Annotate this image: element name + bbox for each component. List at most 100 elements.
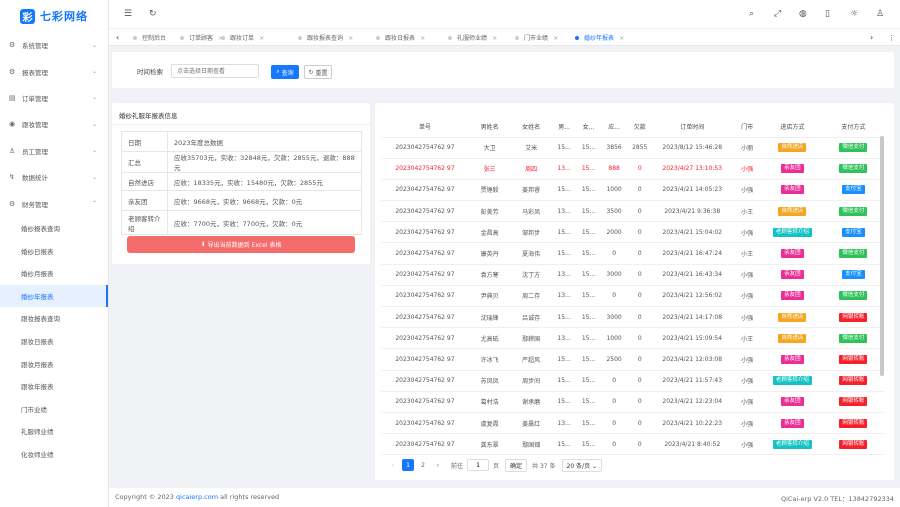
page-2[interactable]: 2 bbox=[417, 459, 429, 471]
sidebar-subitem-10[interactable]: 化妆师业绩 bbox=[0, 443, 108, 466]
table-cell: 3000 bbox=[600, 264, 628, 286]
sidebar-subitem-5[interactable]: 跟妆日报表 bbox=[0, 330, 108, 353]
tab-next-icon[interactable]: › bbox=[870, 29, 873, 46]
tab-1[interactable]: 订单顾客× bbox=[180, 29, 223, 46]
menu-fold-icon[interactable]: ☰ bbox=[124, 9, 132, 19]
reset-button[interactable]: ↻ 重置 bbox=[304, 65, 332, 79]
column-header[interactable]: 欠款 bbox=[627, 116, 652, 138]
sidebar-subitem-9[interactable]: 礼服师业绩 bbox=[0, 420, 108, 443]
user-icon[interactable]: ♙ bbox=[876, 9, 884, 19]
table-row[interactable]: 2023042754762 97 龚东翠 鄢国钿 15... 15... 0 0 2023/4… bbox=[381, 433, 884, 456]
tab-2[interactable]: 跟妆订单 × bbox=[221, 29, 264, 46]
sidebar-subitem-0[interactable]: 婚纱报表查询 bbox=[0, 217, 108, 240]
next-page-icon[interactable]: › bbox=[432, 459, 444, 471]
sidebar-menu: ⚙ 系统管理 ⌄ ⚙ 报表管理 ⌄ ▤ 订单管理 ⌄ ◉ 跟妆管理 ⌄ ♙ 员工管理 ⌄ ↯ 数据统计 ⌄ ⚙ 财务管… bbox=[0, 32, 108, 465]
sidebar-subitem-8[interactable]: 门市业绩 bbox=[0, 397, 108, 420]
sidebar-menu-0[interactable]: ⚙ 系统管理 ⌄ bbox=[0, 32, 108, 58]
table-scrollbar[interactable] bbox=[880, 136, 884, 376]
tab-0[interactable]: 控制后台 bbox=[133, 29, 166, 46]
close-icon[interactable]: × bbox=[259, 34, 264, 42]
tab-3[interactable]: 跟妆报表查询 × bbox=[298, 29, 353, 46]
table-row[interactable]: 2023042754762 97 彭美芳 马彩凤 13... 15... 3500 0 202… bbox=[381, 200, 884, 223]
page-size-select[interactable]: 20 条/页 ⌄ bbox=[561, 458, 603, 472]
table-cell: 15... bbox=[551, 348, 577, 371]
table-cell: 尤高砥 bbox=[468, 327, 511, 350]
column-header[interactable]: 女姓名 bbox=[510, 116, 552, 138]
table-row[interactable]: 2023042754762 97 许冰飞 严超风 15... 15... 2500 0 202… bbox=[381, 348, 884, 371]
entry-method-tag: 亲友团 bbox=[781, 249, 804, 259]
globe-icon[interactable]: ◍ bbox=[799, 9, 807, 19]
tab-prev-icon[interactable]: ‹ bbox=[116, 29, 119, 46]
sidebar-menu-3[interactable]: ◉ 跟妆管理 ⌄ bbox=[0, 111, 108, 137]
column-header[interactable]: 门市 bbox=[732, 116, 762, 138]
sidebar-subitem-2[interactable]: 婚纱月报表 bbox=[0, 262, 108, 285]
info-key: 亲友团 bbox=[121, 190, 168, 211]
column-header[interactable]: 女... bbox=[576, 116, 601, 138]
tab-7[interactable]: 婚纱年报表 × bbox=[575, 29, 624, 46]
table-cell: 2023042754762 97 bbox=[381, 264, 469, 286]
column-header[interactable]: 男... bbox=[551, 116, 577, 138]
close-icon[interactable]: × bbox=[492, 34, 497, 42]
column-header[interactable]: 进店方式 bbox=[761, 116, 823, 138]
table-cell: 2023/4/21 10:22:23 bbox=[651, 412, 733, 435]
column-header[interactable]: 支付方式 bbox=[822, 116, 884, 138]
sidebar-subitem-4[interactable]: 跟妆报表查询 bbox=[0, 307, 108, 330]
goto-confirm-button[interactable]: 确定 bbox=[505, 458, 528, 472]
table-cell: 0 bbox=[627, 242, 652, 265]
close-icon[interactable]: × bbox=[348, 34, 353, 42]
column-header[interactable]: 订单时间 bbox=[651, 116, 733, 138]
goto-page-input[interactable] bbox=[467, 459, 490, 471]
logo[interactable]: 彩 七彩网络 bbox=[0, 0, 108, 32]
sidebar-menu-6[interactable]: ⚙ 财务管理 ⌃ bbox=[0, 190, 108, 216]
sidebar-subitem-6[interactable]: 跟妆月报表 bbox=[0, 352, 108, 375]
table-cell: 苏凤凤 bbox=[468, 370, 511, 392]
site-link[interactable]: qicaierp.com bbox=[176, 493, 218, 501]
mobile-icon[interactable]: ▯ bbox=[825, 9, 830, 19]
table-row[interactable]: 2023042754762 97 贾锤毅 姜邦睿 15... 15... 1000 0 202… bbox=[381, 179, 884, 202]
sidebar-subitem-3[interactable]: 婚纱年报表 bbox=[0, 284, 108, 308]
table-row[interactable]: 2023042754762 97 虞复霞 姜晨红 13... 15... 0 0 2023/4… bbox=[381, 412, 884, 435]
table-row[interactable]: 2023042754762 97 大卫 艾米 15... 15... 3856 2855 20… bbox=[381, 137, 884, 159]
close-icon[interactable]: × bbox=[619, 34, 624, 42]
search-icon[interactable]: ⌕ bbox=[749, 9, 754, 19]
column-header[interactable]: 应... bbox=[600, 116, 628, 138]
table-row[interactable]: 2023042754762 97 葛村浩 谢承磨 15... 15... 0 0 2023/4… bbox=[381, 391, 884, 413]
refresh-icon[interactable]: ↻ bbox=[149, 9, 157, 19]
table-row[interactable]: 2023042754762 97 苏凤凤 周步间 15... 15... 0 0 2023/4… bbox=[381, 370, 884, 392]
table-row[interactable]: 2023042754762 97 尹典贝 周二存 13... 15... 0 0 2023/4… bbox=[381, 285, 884, 308]
tab-menu-icon[interactable]: ⋮ bbox=[888, 29, 895, 46]
close-icon[interactable]: × bbox=[420, 34, 425, 42]
sidebar-menu-5[interactable]: ↯ 数据统计 ⌄ bbox=[0, 164, 108, 190]
export-excel-button[interactable]: ⬇ 导出当前数据到 Excel 表格 bbox=[127, 236, 355, 253]
prev-page-icon[interactable]: ‹ bbox=[387, 459, 399, 471]
page-1[interactable]: 1 bbox=[402, 459, 414, 471]
sidebar-menu-1[interactable]: ⚙ 报表管理 ⌄ bbox=[0, 58, 108, 84]
date-picker-input[interactable] bbox=[171, 64, 259, 78]
expand-icon[interactable]: ⤢ bbox=[774, 9, 781, 19]
entry-method-cell: 亲友团 bbox=[761, 242, 823, 265]
table-row[interactable]: 2023042754762 97 金昌高 邹邦步 15... 15... 2000 0 202… bbox=[381, 221, 884, 244]
table-row[interactable]: 2023042754762 97 尤高砥 鄢耕国 13... 15... 1000 0 202… bbox=[381, 327, 884, 350]
theme-icon[interactable]: ☼ bbox=[850, 9, 858, 19]
sidebar-menu-2[interactable]: ▤ 订单管理 ⌄ bbox=[0, 85, 108, 111]
close-icon[interactable]: × bbox=[553, 34, 558, 42]
sidebar-subitem-1[interactable]: 婚纱日报表 bbox=[0, 239, 108, 262]
query-button[interactable]: ⌕ 查询 bbox=[271, 65, 299, 79]
sidebar-menu-4[interactable]: ♙ 员工管理 ⌄ bbox=[0, 138, 108, 164]
table-cell: 小强 bbox=[732, 348, 762, 371]
table-row[interactable]: 2023042754762 97 康英丹 夏海伟 15... 15... 0 0 2023/4… bbox=[381, 242, 884, 265]
table-row[interactable]: 2023042754762 97 张三 周四 13... 15... 888 0 2023/4… bbox=[381, 158, 884, 180]
payment-method-cell: 微信支付 bbox=[822, 242, 884, 265]
column-header[interactable]: 男姓名 bbox=[468, 116, 511, 138]
chevron-icon: ⌄ bbox=[91, 41, 97, 49]
column-header[interactable]: 单号 bbox=[381, 116, 469, 138]
table-cell: 贾锤毅 bbox=[468, 179, 511, 202]
chevron-icon: ⌄ bbox=[91, 68, 97, 76]
table-row[interactable]: 2023042754762 97 袁方寒 沈丁方 13... 15... 3000 0 202… bbox=[381, 264, 884, 286]
table-row[interactable]: 2023042754762 97 沈瑞锋 吕诚存 15... 15... 3000 0 202… bbox=[381, 306, 884, 329]
table-cell: 康英丹 bbox=[468, 242, 511, 265]
tab-6[interactable]: 门市业绩 × bbox=[515, 29, 558, 46]
sidebar-subitem-7[interactable]: 跟妆年报表 bbox=[0, 375, 108, 398]
tab-5[interactable]: 礼服师业绩 × bbox=[448, 29, 497, 46]
tab-4[interactable]: 跟妆日报表 × bbox=[376, 29, 425, 46]
